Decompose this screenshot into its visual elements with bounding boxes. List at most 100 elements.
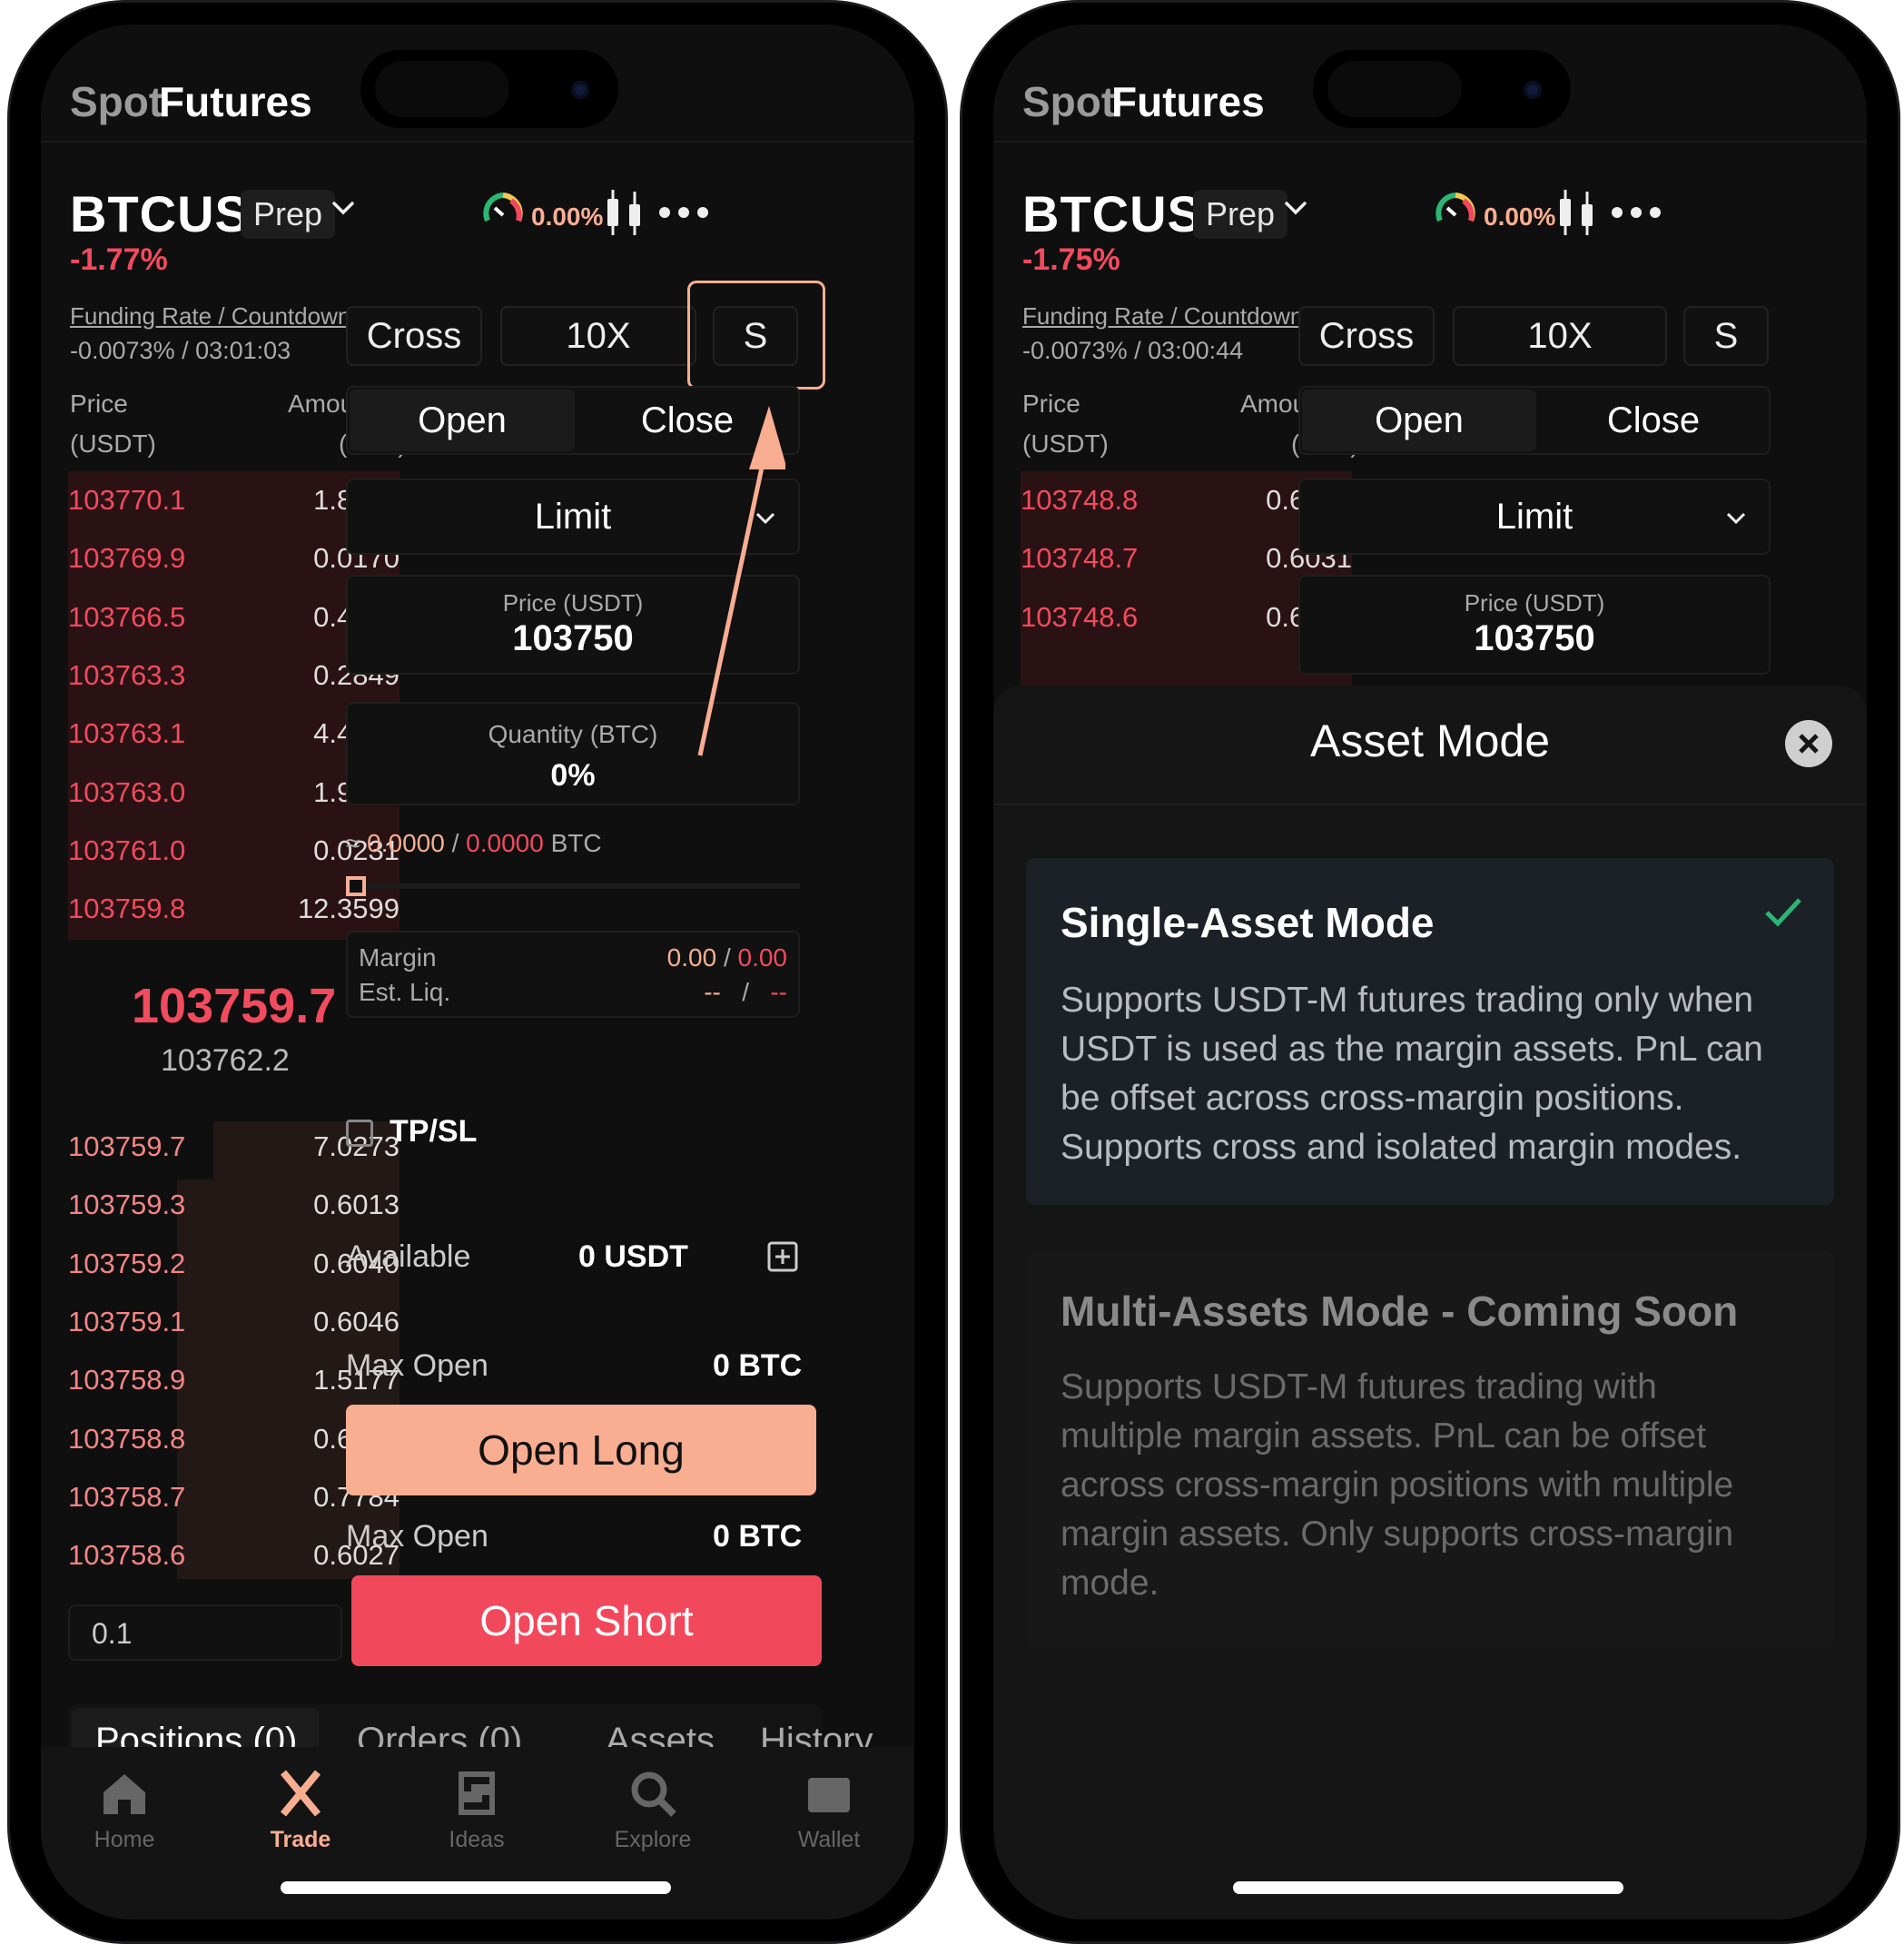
ob-price-unit: (USDT) <box>70 429 156 458</box>
quantity-slider-track[interactable] <box>346 883 800 889</box>
row-price: 103766.5 <box>68 600 186 633</box>
tab-spot[interactable]: Spot <box>70 77 163 126</box>
row-amount: 0.6013 <box>313 1189 400 1221</box>
gauge-value: 0.00% <box>1484 202 1556 231</box>
quantity-estimate: ≈ 0.0000 / 0.0000 BTC <box>346 829 602 857</box>
row-price: 103758.9 <box>68 1364 186 1396</box>
row-price: 103759.1 <box>68 1305 186 1337</box>
sheet-title: Asset Mode <box>1309 715 1550 766</box>
transfer-add-icon[interactable] <box>767 1241 798 1277</box>
tabbar-trade[interactable]: Trade <box>246 1769 355 1853</box>
depth-step-select[interactable]: 0.1 <box>68 1604 342 1661</box>
candlestick-icon[interactable] <box>604 188 644 242</box>
row-amount: 12.3599 <box>297 893 400 925</box>
close-icon[interactable] <box>1785 720 1832 767</box>
single-asset-title: Single-Asset Mode <box>1061 899 1435 946</box>
ob-price-header: Price <box>70 390 128 418</box>
asset-mode-sheet: Asset Mode Single-Asset Mode Supports US… <box>993 686 1867 1919</box>
available-label: Available <box>346 1239 471 1274</box>
bid-row[interactable]: 103759.3 0.6013 <box>68 1178 400 1232</box>
ideas-icon <box>459 1771 495 1815</box>
row-price: 103748.7 <box>1021 542 1139 575</box>
row-price: 103763.3 <box>68 658 186 691</box>
mark-price: 103762.2 <box>161 1043 290 1078</box>
single-asset-option[interactable]: Single-Asset Mode Supports USDT-M future… <box>1026 858 1834 1205</box>
max-open-value: 0 BTC <box>713 1348 803 1383</box>
bid-row[interactable]: 103759.1 0.6046 <box>68 1295 400 1349</box>
tpsl-label: TP/SL <box>390 1114 478 1149</box>
asset-mode-button[interactable]: S <box>1683 306 1769 366</box>
contract-type-badge: Prep <box>1193 190 1288 239</box>
leverage-button[interactable]: 10X <box>500 306 696 366</box>
tab-futures[interactable]: Futures <box>1111 77 1265 126</box>
chevron-down-icon <box>1726 512 1746 525</box>
funding-rate-value: -0.0073% / 03:00:44 <box>1022 337 1244 364</box>
row-price: 103758.6 <box>68 1539 186 1572</box>
chevron-down-icon[interactable] <box>1284 199 1307 222</box>
more-icon[interactable] <box>1611 206 1662 223</box>
max-open-label-short: Max Open <box>346 1519 488 1554</box>
multi-asset-option: Multi-Assets Mode - Coming Soon Supports… <box>1026 1250 1834 1648</box>
quantity-slider-handle[interactable] <box>346 876 366 896</box>
search-icon <box>631 1771 676 1817</box>
row-price: 103748.6 <box>1021 600 1139 633</box>
home-icon <box>104 1774 145 1814</box>
wallet-icon <box>808 1778 850 1812</box>
row-price: 103769.9 <box>68 542 186 575</box>
contract-type-badge: Prep <box>241 190 336 239</box>
funding-rate-label[interactable]: Funding Rate / Countdown <box>70 302 350 331</box>
chevron-down-icon[interactable] <box>331 199 355 222</box>
open-long-button[interactable]: Open Long <box>346 1405 816 1495</box>
tab-close[interactable]: Close <box>1538 390 1769 451</box>
liq-values: -- / -- <box>704 978 787 1006</box>
margin-mode-button[interactable]: Cross <box>346 306 482 366</box>
tab-open[interactable]: Open <box>1302 390 1536 451</box>
row-price: 103748.8 <box>1021 484 1139 516</box>
funding-rate-label[interactable]: Funding Rate / Countdown <box>1022 302 1303 331</box>
tpsl-checkbox[interactable] <box>346 1120 373 1147</box>
tabbar-home[interactable]: Home <box>70 1769 179 1853</box>
margin-info: Margin 0.00 / 0.00 Est. Liq. -- / -- <box>346 931 800 1018</box>
max-open-value-short: 0 BTC <box>713 1519 803 1554</box>
home-indicator <box>1233 1881 1623 1894</box>
price-change: -1.75% <box>1022 242 1120 277</box>
candlestick-icon[interactable] <box>1556 188 1596 242</box>
multi-asset-description: Supports USDT-M futures trading with mul… <box>1061 1367 1734 1603</box>
max-open-label: Max Open <box>346 1348 488 1383</box>
row-price: 103759.2 <box>68 1247 186 1279</box>
more-icon[interactable] <box>658 206 709 223</box>
gauge-icon[interactable] <box>480 188 526 238</box>
ob-price-header: Price <box>1022 390 1080 418</box>
tabbar-ideas[interactable]: Ideas <box>422 1769 531 1853</box>
gauge-icon[interactable] <box>1433 188 1478 238</box>
order-type-select[interactable]: Limit <box>1298 479 1771 555</box>
screen-asset-mode: Spot Futures BTCUSDT Prep -1.75% 0.00% F… <box>993 25 1867 1919</box>
home-indicator <box>281 1881 671 1894</box>
annotation-arrow <box>697 406 785 756</box>
tab-open[interactable]: Open <box>350 390 575 451</box>
row-price: 103763.1 <box>68 717 186 750</box>
row-amount: 0.6046 <box>313 1305 400 1337</box>
tabbar-wallet[interactable]: Wallet <box>774 1769 883 1853</box>
tab-spot[interactable]: Spot <box>1022 77 1115 126</box>
funding-rate-value: -0.0073% / 03:01:03 <box>70 337 291 364</box>
leverage-button[interactable]: 10X <box>1453 306 1667 366</box>
ob-price-unit: (USDT) <box>1022 429 1109 458</box>
price-input[interactable]: Price (USDT) 103750 <box>1298 575 1771 675</box>
row-price: 103759.3 <box>68 1189 186 1221</box>
phone-right: Spot Futures BTCUSDT Prep -1.75% 0.00% F… <box>960 0 1900 1944</box>
row-price: 103759.8 <box>68 893 186 925</box>
row-price: 103758.8 <box>68 1422 186 1455</box>
margin-values: 0.00 / 0.00 <box>666 943 787 972</box>
margin-mode-button[interactable]: Cross <box>1298 306 1435 366</box>
dynamic-island <box>1313 50 1571 128</box>
phone-left: Spot Futures BTCUSDT Prep -1.77% 0.00% F… <box>7 0 948 1944</box>
gauge-value: 0.00% <box>531 202 604 231</box>
open-short-button[interactable]: Open Short <box>351 1575 822 1666</box>
tab-futures[interactable]: Futures <box>159 77 312 126</box>
single-asset-description: Supports USDT-M futures trading only whe… <box>1061 981 1763 1167</box>
row-price: 103770.1 <box>68 484 186 516</box>
row-price: 103758.7 <box>68 1480 186 1513</box>
trade-x-icon <box>280 1770 321 1817</box>
tabbar-explore[interactable]: Explore <box>598 1769 707 1853</box>
